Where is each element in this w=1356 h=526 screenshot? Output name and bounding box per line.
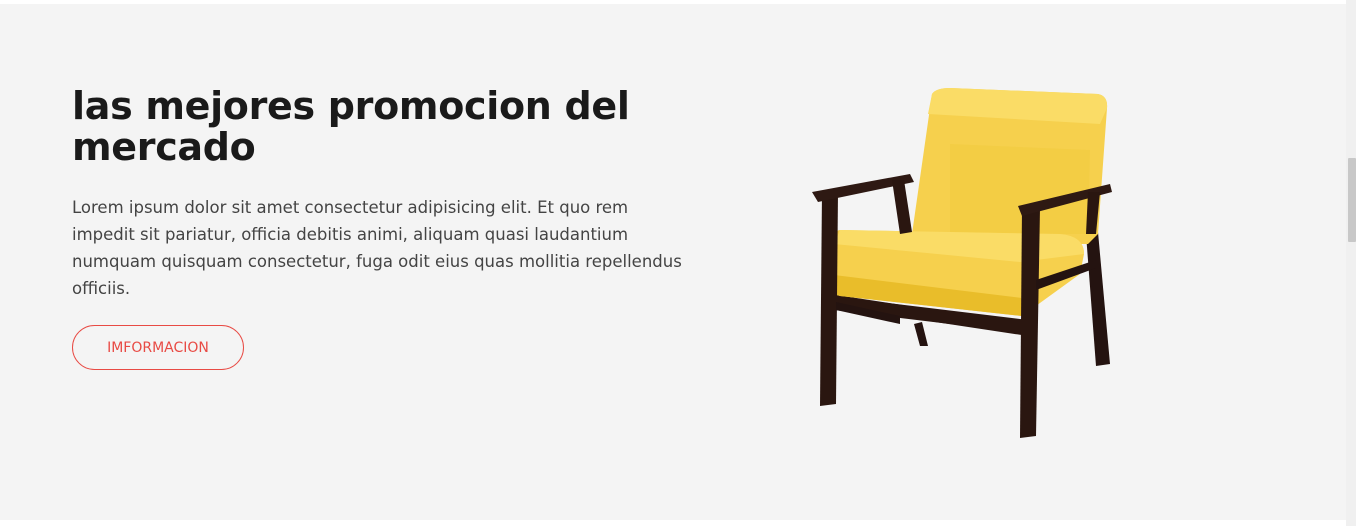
scrollbar-thumb[interactable] bbox=[1348, 158, 1356, 242]
chair-image bbox=[812, 88, 1112, 438]
promo-section: las mejores promocion del mercado Lorem … bbox=[0, 4, 1346, 520]
scrollbar-track[interactable] bbox=[1346, 0, 1356, 526]
page: las mejores promocion del mercado Lorem … bbox=[0, 0, 1356, 526]
promo-description: Lorem ipsum dolor sit amet consectetur a… bbox=[72, 198, 682, 298]
promo-title: las mejores promocion del mercado bbox=[72, 84, 630, 169]
promo-text-block: las mejores promocion del mercado Lorem … bbox=[72, 86, 682, 302]
informacion-button[interactable]: IMFORMACION bbox=[72, 325, 244, 370]
